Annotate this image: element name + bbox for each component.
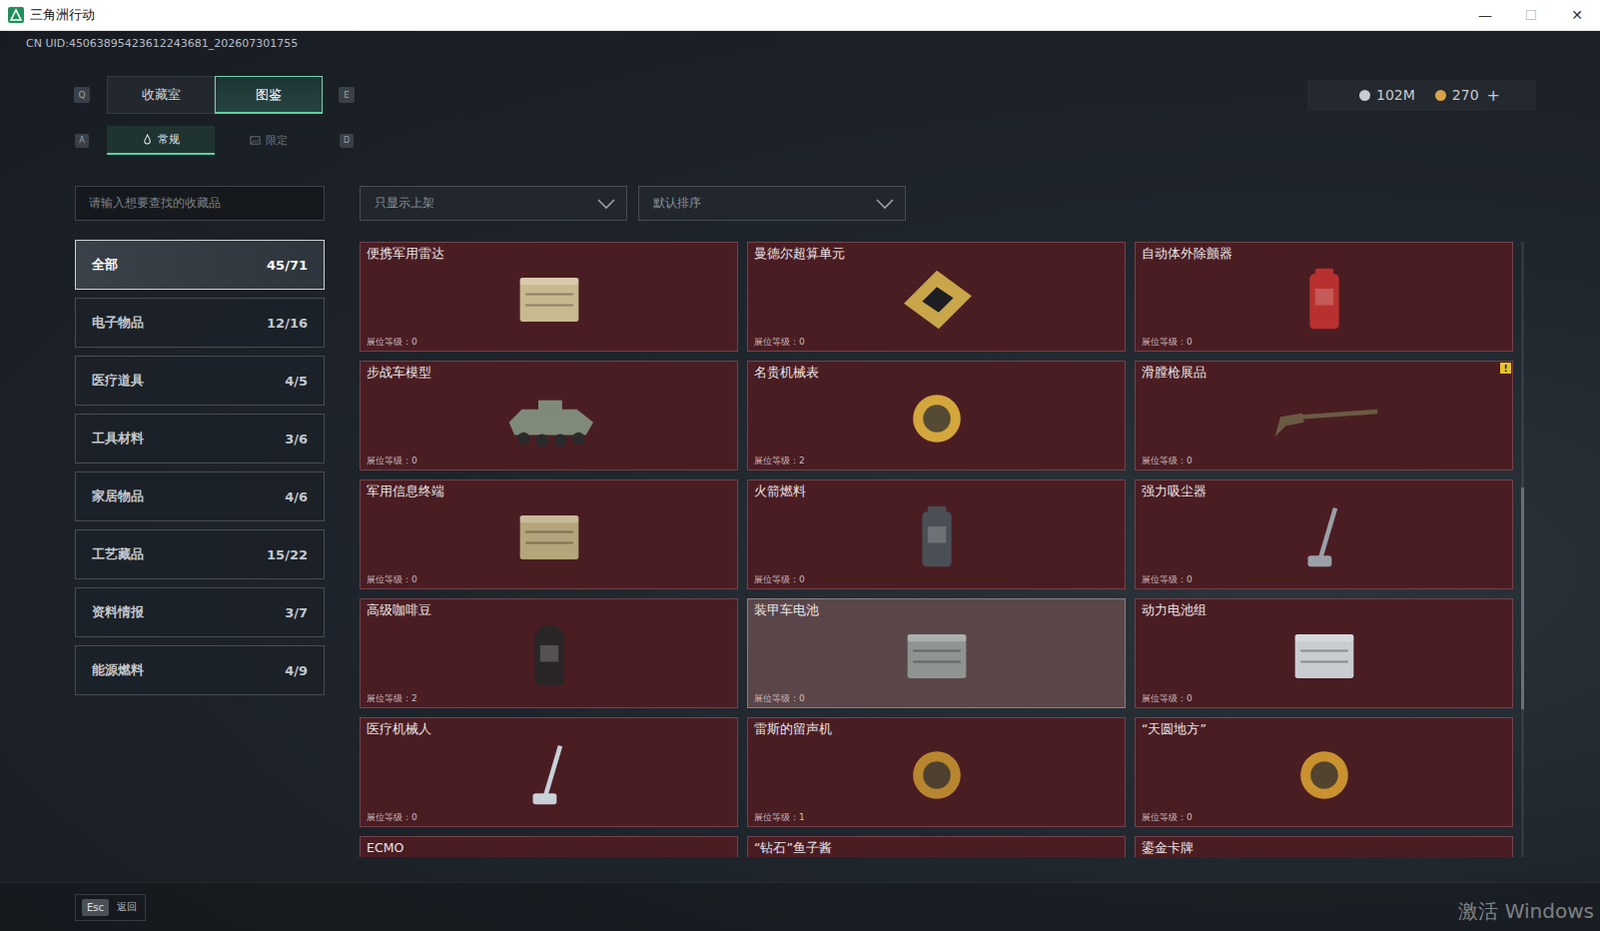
collection-card[interactable]: 强力吸尘器展位等级：0 xyxy=(1134,479,1514,590)
currency-item: 102M xyxy=(1359,86,1416,103)
booth-level: 展位等级：0 xyxy=(754,693,1119,705)
item-picture-icon xyxy=(1269,619,1380,694)
sidebar-item[interactable]: 医疗道具4/5 xyxy=(74,355,325,406)
collection-card[interactable]: 雷斯的留声机展位等级：1 xyxy=(747,717,1126,827)
activation-watermark: 激活 Windows xyxy=(1458,897,1595,925)
chevron-down-icon xyxy=(874,197,895,210)
main-tab[interactable]: 图鉴 xyxy=(214,75,323,114)
collection-card[interactable]: 火箭燃料展位等级：0 xyxy=(747,479,1126,590)
window-control[interactable]: — xyxy=(1462,6,1509,23)
booth-level: 展位等级：2 xyxy=(366,693,732,705)
coin-icon xyxy=(1359,89,1371,101)
sidebar-item[interactable]: 电子物品12/16 xyxy=(74,297,325,348)
item-picture-icon xyxy=(881,381,992,456)
item-picture-icon xyxy=(494,619,605,694)
collection-card[interactable]: 便携军用雷达展位等级：0 xyxy=(359,241,739,352)
booth-level: 展位等级：0 xyxy=(1141,693,1507,705)
flame-icon xyxy=(141,133,153,145)
item-picture-icon xyxy=(881,619,992,694)
sub-tab[interactable]: 常规 xyxy=(106,125,215,155)
booth-level: 展位等级：0 xyxy=(366,574,732,586)
title-bar: 三角洲行动 —☐✕ xyxy=(0,0,1600,31)
booth-level: 展位等级：0 xyxy=(1141,336,1507,348)
booth-level: 展位等级：1 xyxy=(754,811,1119,823)
game-window: 三角洲行动 —☐✕ CN UID:45063895423612243681_2026… xyxy=(0,0,1600,931)
scrollbar-thumb[interactable] xyxy=(1521,487,1525,710)
coin-icon xyxy=(1435,89,1447,101)
booth-level: 展位等级：0 xyxy=(1141,455,1507,467)
sidebar-item[interactable]: 能源燃料4/9 xyxy=(74,645,325,696)
key-hint: A xyxy=(74,133,89,148)
booth-level: 展位等级：0 xyxy=(366,455,732,467)
picture-icon xyxy=(249,134,261,146)
item-picture-icon xyxy=(881,738,992,812)
collection-card[interactable]: 军用信息终端展位等级：0 xyxy=(359,479,739,590)
key-hint: E xyxy=(338,86,355,103)
sidebar-item[interactable]: 工具材料3/6 xyxy=(74,413,325,464)
collection-card[interactable]: 鎏金卡牌 xyxy=(1134,835,1514,857)
filter-dropdown[interactable]: 只显示上架 xyxy=(359,185,628,221)
collection-grid: 便携军用雷达展位等级：0曼德尔超算单元展位等级：0自动体外除颤器展位等级：0 步战… xyxy=(359,241,1514,857)
sidebar-item[interactable]: 资料情报3/7 xyxy=(74,587,325,638)
window-title: 三角洲行动 xyxy=(29,5,95,24)
footer-bar: Esc返回 xyxy=(0,881,1600,931)
key-hint: Q xyxy=(73,86,90,103)
collection-card[interactable]: 名贵机械表展位等级：2 xyxy=(747,360,1126,471)
item-picture-icon xyxy=(494,381,605,456)
collection-card[interactable]: ECMO xyxy=(359,835,739,857)
scrollbar[interactable] xyxy=(1521,241,1525,857)
collection-card[interactable]: 自动体外除颤器展位等级：0 xyxy=(1134,241,1514,352)
main-tab[interactable]: 收藏室 xyxy=(106,75,215,114)
chevron-down-icon xyxy=(596,197,617,210)
collection-card[interactable]: “钻石”鱼子酱 xyxy=(747,835,1126,857)
booth-level: 展位等级：0 xyxy=(754,336,1119,348)
window-control[interactable]: ☐ xyxy=(1508,6,1555,23)
window-control[interactable]: ✕ xyxy=(1554,6,1600,23)
key-hint: D xyxy=(339,133,354,148)
collection-card[interactable]: 曼德尔超算单元展位等级：0 xyxy=(747,241,1126,352)
search-field[interactable]: 请输入想要查找的收藏品 xyxy=(74,185,325,221)
booth-level: 展位等级：0 xyxy=(1141,811,1507,823)
currency-item: 270 xyxy=(1435,86,1480,103)
booth-level: 展位等级：0 xyxy=(754,574,1119,586)
item-picture-icon xyxy=(881,500,992,575)
booth-level: 展位等级：2 xyxy=(754,455,1119,467)
item-picture-icon xyxy=(494,262,605,337)
collection-card[interactable]: 医疗机械人展位等级：0 xyxy=(359,717,739,827)
filter-dropdown[interactable]: 默认排序 xyxy=(638,185,906,221)
item-picture-icon xyxy=(494,500,605,575)
item-picture-icon xyxy=(494,738,605,812)
item-picture-icon xyxy=(881,262,992,337)
collection-card[interactable]: “天圆地方”展位等级：0 xyxy=(1134,717,1514,827)
delta-logo-icon xyxy=(7,6,24,23)
collection-card[interactable]: 装甲车电池展位等级：0 xyxy=(747,598,1126,709)
back-button[interactable]: Esc返回 xyxy=(74,893,146,921)
add-currency-button[interactable]: + xyxy=(1487,85,1501,105)
booth-level: 展位等级：0 xyxy=(366,336,732,348)
item-picture-icon xyxy=(1269,262,1380,337)
collection-card[interactable]: 高级咖啡豆展位等级：2 xyxy=(359,598,739,709)
sidebar-item[interactable]: 工艺藏品15/22 xyxy=(74,529,325,580)
collection-screen: CN UID:45063895423612243681_202607301755… xyxy=(0,30,1600,931)
collection-card[interactable]: 步战车模型展位等级：0 xyxy=(359,360,739,471)
booth-level: 展位等级：0 xyxy=(366,811,732,823)
alert-badge: ! xyxy=(1500,362,1512,374)
item-picture-icon xyxy=(1269,500,1380,575)
sub-tab[interactable]: 限定 xyxy=(214,125,323,155)
uid-label: CN UID:45063895423612243681_202607301755 xyxy=(0,30,1600,51)
collection-card[interactable]: 滑膛枪展品展位等级：0! xyxy=(1134,360,1514,471)
item-picture-icon xyxy=(1269,738,1380,812)
currency-bar: 102M 270 + xyxy=(1307,79,1537,111)
booth-level: 展位等级：0 xyxy=(1141,574,1507,586)
sidebar-item[interactable]: 全部45/71 xyxy=(74,239,325,290)
category-list: 全部45/71 电子物品12/16 医疗道具4/5 工具材料3/6 家居物品4/6 工艺藏… xyxy=(74,239,325,696)
collection-card[interactable]: 动力电池组展位等级：0 xyxy=(1134,598,1514,709)
sidebar-item[interactable]: 家居物品4/6 xyxy=(74,471,325,522)
item-picture-icon xyxy=(1269,381,1380,456)
